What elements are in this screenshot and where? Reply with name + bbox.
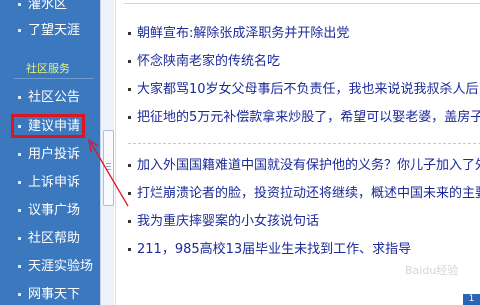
bullet-icon bbox=[18, 237, 21, 240]
news-item[interactable]: 大家都骂10岁女父母事后不负责任，我也来说说我叔杀人后，我家的 bbox=[128, 79, 480, 101]
sidebar-item-complaints[interactable]: 用户投诉 bbox=[0, 144, 100, 166]
highlight-box bbox=[11, 114, 85, 138]
section-title: 社区服务 bbox=[26, 62, 70, 75]
list-divider bbox=[128, 143, 480, 144]
news-title[interactable]: 加入外国国籍难道中国就没有保护他的义务？你儿子加入了外籍就不 bbox=[137, 157, 480, 175]
news-item[interactable]: 211，985高校13届毕业生未找到工作、求指导 bbox=[128, 239, 480, 261]
sidebar-item-label: 议事广场 bbox=[28, 203, 81, 218]
sidebar-item-announcements[interactable]: 社区公告 bbox=[0, 87, 100, 109]
bullet-icon bbox=[18, 29, 21, 32]
sidebar-item-label: 网事天下 bbox=[28, 287, 81, 302]
sidebar-item-label: 用户投诉 bbox=[28, 147, 81, 162]
bullet-icon bbox=[128, 220, 131, 223]
bullet-icon bbox=[128, 88, 131, 91]
sidebar-item-label: 上诉申诉 bbox=[28, 175, 81, 190]
sidebar-item-forum[interactable]: 议事广场 bbox=[0, 200, 100, 222]
section-divider bbox=[14, 78, 94, 79]
sidebar-item-label: 社区公告 bbox=[28, 90, 81, 105]
news-title[interactable]: 把征地的5万元补偿款拿来炒股了，希望可以娶老婆，盖房子，给点建 bbox=[137, 109, 480, 127]
grip-line bbox=[106, 166, 111, 167]
sidebar-item-appeals[interactable]: 上诉申诉 bbox=[0, 172, 100, 194]
news-item[interactable]: 加入外国国籍难道中国就没有保护他的义务？你儿子加入了外籍就不 bbox=[128, 155, 480, 177]
bullet-icon bbox=[128, 192, 131, 195]
bullet-icon bbox=[128, 164, 131, 167]
sidebar-item-help[interactable]: 社区帮助 bbox=[0, 228, 100, 250]
sidebar-item-world[interactable]: 网事天下 bbox=[0, 284, 100, 305]
bullet-icon bbox=[128, 116, 131, 119]
watermark-logo: Baidu经验 bbox=[405, 264, 459, 277]
news-title[interactable]: 大家都骂10岁女父母事后不负责任，我也来说说我叔杀人后，我家的 bbox=[137, 81, 480, 99]
bullet-icon bbox=[18, 153, 21, 156]
sidebar-item-label: 灌水区 bbox=[28, 0, 68, 12]
grip-line bbox=[106, 169, 111, 170]
bullet-icon bbox=[128, 60, 131, 63]
bullet-icon bbox=[18, 181, 21, 184]
sidebar-item-label: 社区帮助 bbox=[28, 231, 81, 246]
bullet-icon bbox=[18, 265, 21, 268]
grip-line bbox=[106, 163, 111, 164]
news-title[interactable]: 211，985高校13届毕业生未找到工作、求指导 bbox=[137, 241, 411, 259]
news-item[interactable]: 我为重庆摔婴案的小女孩说句话 bbox=[128, 211, 480, 233]
news-title[interactable]: 朝鲜宣布:解除张成泽职务并开除出党 bbox=[137, 25, 349, 43]
sidebar-item-lab[interactable]: 天涯实验场 bbox=[0, 256, 100, 278]
news-list-panel: 朝鲜宣布:解除张成泽职务并开除出党 怀念陕南老家的传统名吃 大家都骂10岁女父母… bbox=[115, 0, 480, 305]
sidebar-item-label: 天涯实验场 bbox=[28, 259, 94, 274]
news-title[interactable]: 怀念陕南老家的传统名吃 bbox=[137, 53, 280, 71]
bullet-icon bbox=[18, 293, 21, 296]
news-title[interactable]: 打烂崩溃论者的脸，投资拉动还将继续，概述中国未来的主要基础设 bbox=[137, 185, 480, 203]
sidebar-item-guanshui[interactable]: 灌水区 bbox=[0, 0, 100, 16]
bullet-icon bbox=[128, 248, 131, 251]
bullet-icon bbox=[18, 3, 21, 6]
news-title[interactable]: 我为重庆摔婴案的小女孩说句话 bbox=[137, 213, 319, 231]
scrollbar-thumb[interactable] bbox=[103, 130, 114, 206]
bullet-icon bbox=[18, 209, 21, 212]
news-item[interactable]: 把征地的5万元补偿款拿来炒股了，希望可以娶老婆，盖房子，给点建 bbox=[128, 107, 480, 129]
sidebar-nav: 灌水区 了望天涯 社区服务 社区公告 建议申请 用户投诉 上诉申诉 议事广场 社… bbox=[0, 0, 100, 305]
scrollbar[interactable] bbox=[100, 0, 114, 305]
page-number[interactable]: 1 bbox=[463, 294, 480, 305]
bullet-icon bbox=[128, 32, 131, 35]
news-item[interactable]: 怀念陕南老家的传统名吃 bbox=[128, 51, 480, 73]
sidebar-item-label: 了望天涯 bbox=[28, 23, 81, 38]
top-divider bbox=[124, 3, 480, 4]
news-item[interactable]: 打烂崩溃论者的脸，投资拉动还将继续，概述中国未来的主要基础设 bbox=[128, 183, 480, 205]
sidebar-item-liaowang[interactable]: 了望天涯 bbox=[0, 20, 100, 42]
bullet-icon bbox=[18, 96, 21, 99]
news-item[interactable]: 朝鲜宣布:解除张成泽职务并开除出党 bbox=[128, 23, 480, 45]
